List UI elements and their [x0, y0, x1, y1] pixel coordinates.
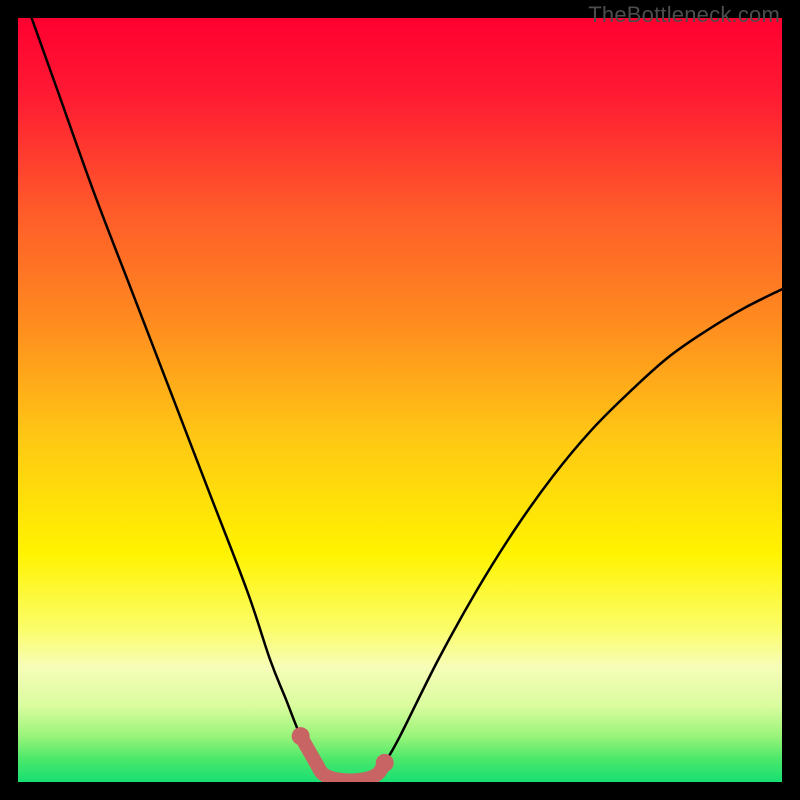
plot-area	[18, 18, 782, 782]
highlight-end-dot	[292, 727, 310, 745]
chart-frame: TheBottleneck.com	[0, 0, 800, 800]
chart-svg	[18, 18, 782, 782]
highlight-end-dot	[376, 754, 394, 772]
gradient-background	[18, 18, 782, 782]
